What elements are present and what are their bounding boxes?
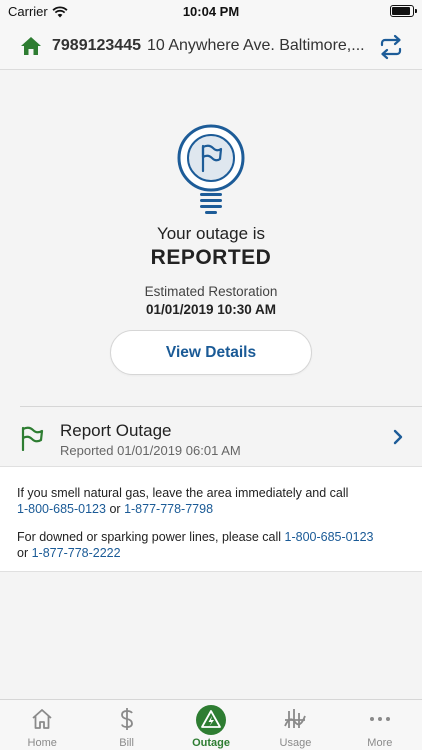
tab-home[interactable]: Home — [0, 700, 84, 750]
outage-intro-text: Your outage is — [156, 224, 266, 243]
account-info: 7989123445 10 Anywhere Ave. Baltimore,... — [52, 37, 370, 55]
chevron-right-icon — [393, 429, 403, 445]
account-address: 10 Anywhere Ave. Baltimore,... — [146, 37, 365, 54]
tab-label: Usage — [279, 737, 312, 749]
lightbulb-flag-icon — [177, 124, 245, 214]
account-number: 7989123445 — [52, 37, 141, 54]
outage-bolt-icon — [196, 705, 227, 735]
dollar-icon — [120, 708, 133, 730]
power-lines-phone-link-2[interactable]: 1-877-778-2222 — [32, 546, 121, 560]
power-lines-notice: For downed or sparking power lines, plea… — [17, 529, 413, 561]
report-outage-row[interactable]: Report Outage Reported 01/01/2019 06:01 … — [0, 407, 422, 465]
tab-label: More — [367, 737, 393, 749]
or-text: or — [17, 546, 29, 560]
battery-icon — [390, 5, 417, 17]
gas-notice-text: If you smell natural gas, leave the area… — [17, 486, 349, 500]
view-details-button[interactable]: View Details — [110, 330, 312, 375]
account-header[interactable]: 7989123445 10 Anywhere Ave. Baltimore,... — [0, 24, 422, 70]
tab-more[interactable]: More — [338, 700, 422, 750]
status-bar: Carrier 10:04 PM — [0, 0, 422, 24]
power-lines-text: For downed or sparking power lines, plea… — [17, 530, 282, 544]
gas-notice: If you smell natural gas, leave the area… — [17, 485, 413, 517]
tab-bill[interactable]: Bill — [84, 700, 168, 750]
report-outage-title: Report Outage — [60, 421, 172, 440]
tab-label: Outage — [192, 737, 230, 749]
power-lines-phone-link-1[interactable]: 1-800-685-0123 — [285, 530, 374, 544]
bottom-tab-bar: Home Bill Outage Usage More — [0, 699, 422, 750]
tab-label: Home — [27, 737, 57, 749]
ellipsis-icon — [369, 717, 390, 721]
report-outage-subtitle: Reported 01/01/2019 06:01 AM — [60, 443, 241, 458]
outage-status-text: REPORTED — [150, 246, 272, 269]
gas-phone-link-2[interactable]: 1-877-778-7798 — [124, 502, 213, 516]
tab-outage[interactable]: Outage — [169, 700, 253, 750]
usage-meter-icon — [284, 709, 307, 728]
tab-usage[interactable]: Usage — [253, 700, 337, 750]
restoration-label: Estimated Restoration — [144, 284, 278, 299]
clock: 10:04 PM — [182, 4, 240, 19]
house-icon — [21, 37, 41, 55]
or-text: or — [109, 502, 121, 516]
flag-icon — [21, 426, 44, 451]
safety-notice: If you smell natural gas, leave the area… — [0, 466, 422, 572]
house-icon — [32, 709, 52, 729]
outage-status-panel: Your outage is REPORTED Estimated Restor… — [0, 70, 422, 406]
gas-phone-link-1[interactable]: 1-800-685-0123 — [17, 502, 106, 516]
restoration-value: 01/01/2019 10:30 AM — [145, 302, 277, 317]
switch-account-icon[interactable] — [378, 34, 404, 60]
tab-label: Bill — [119, 737, 134, 749]
